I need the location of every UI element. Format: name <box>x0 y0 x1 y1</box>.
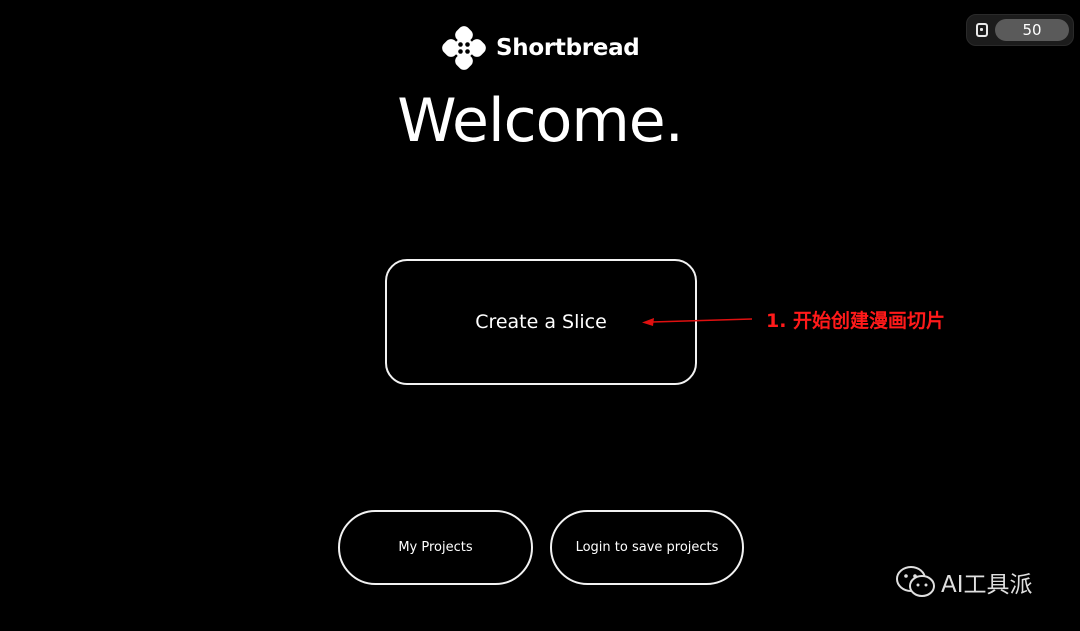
annotation-label: 1. 开始创建漫画切片 <box>766 310 946 332</box>
create-slice-label: Create a Slice <box>475 311 607 333</box>
page-title: Welcome. <box>397 86 684 156</box>
login-save-projects-label: Login to save projects <box>575 540 719 555</box>
brand-name: Shortbread <box>496 35 640 61</box>
wechat-icon <box>896 566 935 597</box>
credits-count: 50 <box>995 19 1069 41</box>
my-projects-button[interactable]: My Projects <box>338 510 533 585</box>
annotation-arrow-icon <box>642 318 753 326</box>
credits-badge[interactable]: 50 <box>966 14 1074 46</box>
watermark-text: AI工具派 <box>941 572 1033 598</box>
login-save-projects-button[interactable]: Login to save projects <box>550 510 744 585</box>
brand-logo[interactable]: Shortbread <box>442 26 640 70</box>
shortbread-logo-icon <box>442 26 486 70</box>
page: 50 Shortbread Welcome. Create a Slice 1.… <box>0 0 1080 631</box>
bread-slice-icon <box>976 23 988 37</box>
my-projects-label: My Projects <box>398 540 473 555</box>
watermark: AI工具派 <box>895 562 1033 602</box>
